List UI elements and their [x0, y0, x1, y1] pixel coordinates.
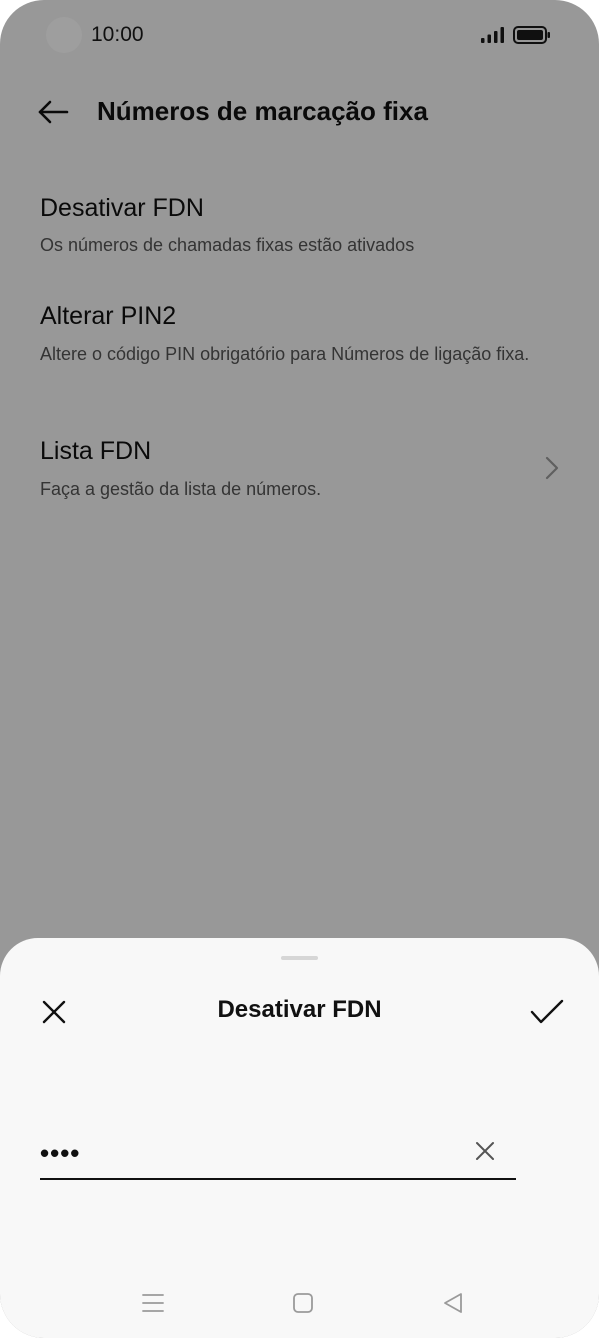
dialog-title: Desativar FDN [217, 996, 382, 1023]
pin-input[interactable]: •••• [40, 1134, 516, 1180]
clear-icon [476, 1142, 494, 1160]
pin-bottom-sheet: Desativar FDN •••• [0, 938, 599, 1338]
home-icon [293, 1293, 313, 1313]
pin-input-value[interactable]: •••• [40, 1138, 80, 1168]
menu-icon [142, 1294, 164, 1312]
drag-handle[interactable] [281, 956, 318, 960]
phone-frame: 10:00 Números de marcação fixa Desativar… [0, 0, 599, 1338]
back-triangle-icon [444, 1293, 462, 1313]
clear-input-button[interactable] [470, 1136, 500, 1166]
checkmark-icon [530, 999, 564, 1024]
recent-apps-button[interactable] [138, 1290, 168, 1316]
nav-back-button[interactable] [438, 1290, 468, 1316]
home-button[interactable] [288, 1290, 318, 1316]
confirm-button[interactable] [524, 990, 570, 1034]
